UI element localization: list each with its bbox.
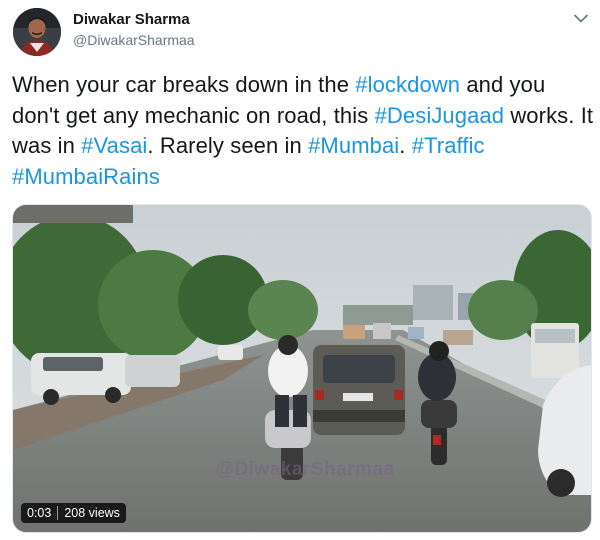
hashtag-link[interactable]: #Mumbai xyxy=(308,133,399,158)
text-segment: . Rarely seen in xyxy=(147,133,309,158)
hashtag-link[interactable]: #Vasai xyxy=(81,133,147,158)
badge-divider xyxy=(57,506,59,520)
more-menu-button[interactable] xyxy=(572,9,590,27)
video-frame: @DiwakarSharmaa xyxy=(13,205,591,532)
video-views: 208 views xyxy=(64,506,120,520)
author-handle[interactable]: @DiwakarSharmaa xyxy=(73,32,195,48)
tweet-card: Diwakar Sharma @DiwakarSharmaa When your… xyxy=(0,0,600,540)
text-segment: When your car breaks down in the xyxy=(12,72,356,97)
video-info-badge: 0:03 208 views xyxy=(21,503,126,523)
hashtag-link[interactable]: #DesiJugaad xyxy=(375,103,505,128)
tweet-text: When your car breaks down in the #lockdo… xyxy=(12,70,594,192)
avatar[interactable] xyxy=(13,8,61,56)
avatar-photo-icon xyxy=(13,8,61,56)
chevron-down-icon xyxy=(574,14,588,22)
hashtag-link[interactable]: #MumbaiRains xyxy=(12,164,160,189)
hashtag-link[interactable]: #Traffic xyxy=(412,133,485,158)
author-name[interactable]: Diwakar Sharma xyxy=(73,11,190,28)
video-duration: 0:03 xyxy=(27,506,52,520)
video-watermark: @DiwakarSharmaa xyxy=(215,459,394,480)
text-segment: . xyxy=(399,133,412,158)
hashtag-link[interactable]: #lockdown xyxy=(355,72,460,97)
video-player[interactable]: @DiwakarSharmaa xyxy=(12,204,592,533)
